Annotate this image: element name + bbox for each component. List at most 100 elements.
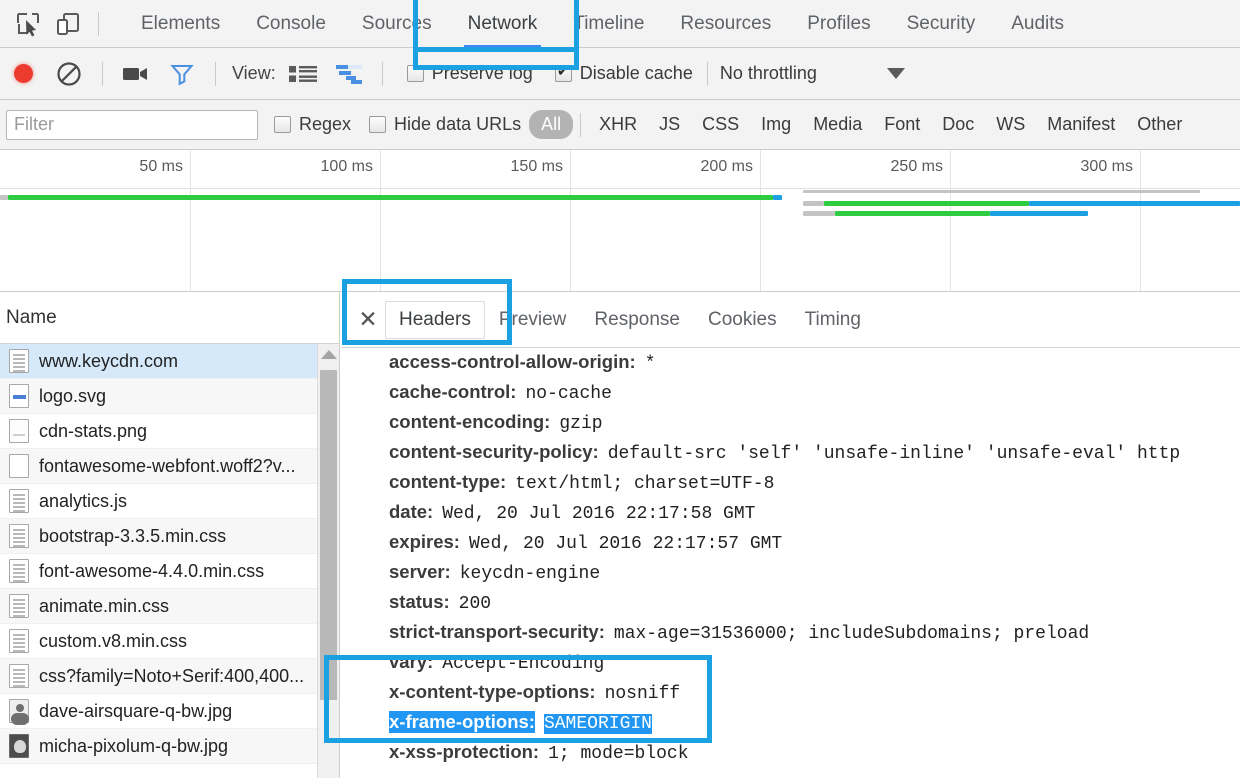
tab-sources[interactable]: Sources (344, 0, 450, 48)
hide-data-urls-box[interactable] (369, 116, 387, 133)
filter-input[interactable] (6, 109, 258, 140)
header-row[interactable]: content-encoding: gzip (351, 411, 1240, 441)
tab-label: Console (256, 12, 326, 34)
regex-checkbox[interactable]: Regex (274, 114, 351, 135)
header-value: * (644, 354, 656, 374)
hide-data-urls-checkbox[interactable]: Hide data URLs (369, 114, 521, 135)
header-row[interactable]: server: keycdn-engine (351, 561, 1240, 591)
filter-type-xhr[interactable]: XHR (588, 111, 648, 138)
filter-type-js[interactable]: JS (648, 111, 691, 138)
tab-cookies[interactable]: Cookies (694, 301, 791, 339)
column-header-name[interactable]: Name (0, 292, 339, 344)
table-row[interactable]: font-awesome-4.4.0.min.css (0, 554, 339, 589)
filter-type-css[interactable]: CSS (691, 111, 750, 138)
tab-profiles[interactable]: Profiles (789, 0, 888, 48)
record-icon[interactable] (0, 54, 46, 94)
waterfall-bar (8, 195, 773, 200)
waterfall-bar (990, 211, 1088, 216)
filter-type-doc[interactable]: Doc (931, 111, 985, 138)
tab-preview[interactable]: Preview (485, 301, 581, 339)
preserve-log-checkbox[interactable]: Preserve log (406, 63, 533, 84)
preserve-log-label: Preserve log (431, 63, 533, 83)
table-row[interactable]: analytics.js (0, 484, 339, 519)
inspect-element-icon[interactable] (8, 4, 48, 44)
header-name: access-control-allow-origin: (389, 351, 636, 372)
disable-cache-box[interactable] (554, 63, 572, 82)
filter-type-ws[interactable]: WS (985, 111, 1036, 138)
header-row[interactable]: access-control-allow-origin: * (351, 351, 1240, 381)
tab-headers[interactable]: Headers (385, 300, 485, 339)
tab-response[interactable]: Response (580, 301, 694, 339)
filter-type-all[interactable]: All (529, 110, 574, 139)
filter-type-manifest[interactable]: Manifest (1036, 111, 1126, 138)
tab-elements[interactable]: Elements (123, 0, 238, 48)
header-row[interactable]: status: 200 (351, 591, 1240, 621)
filter-type-other[interactable]: Other (1126, 111, 1193, 138)
header-row[interactable]: cache-control: no-cache (351, 381, 1240, 411)
table-row[interactable]: dave-airsquare-q-bw.jpg (0, 694, 339, 729)
waterfall-bar (835, 211, 990, 216)
preserve-log-box[interactable] (406, 65, 424, 82)
tab-timeline[interactable]: Timeline (555, 0, 662, 48)
table-row[interactable]: micha-pixolum-q-bw.jpg (0, 729, 339, 764)
filter-type-font[interactable]: Font (873, 111, 931, 138)
table-row[interactable]: bootstrap-3.3.5.min.css (0, 519, 339, 554)
tab-resources[interactable]: Resources (662, 0, 789, 48)
control-separator-1 (102, 61, 103, 86)
filter-icon[interactable] (159, 54, 205, 94)
header-row[interactable]: date: Wed, 20 Jul 2016 22:17:58 GMT (351, 501, 1240, 531)
list-view-icon[interactable] (280, 54, 326, 94)
stylesheet-icon (9, 664, 29, 688)
tab-network[interactable]: Network (450, 0, 556, 48)
tab-audits[interactable]: Audits (993, 0, 1082, 48)
disable-cache-checkbox[interactable]: Disable cache (554, 63, 693, 84)
table-row[interactable]: animate.min.css (0, 589, 339, 624)
throttling-select[interactable]: No throttling (720, 63, 817, 84)
request-list-scrollbar[interactable] (317, 344, 339, 778)
header-row[interactable]: vary: Accept-Encoding (351, 651, 1240, 681)
stylesheet-icon (9, 629, 29, 653)
font-icon (9, 454, 29, 478)
table-row[interactable]: cdn-stats.png (0, 414, 339, 449)
waterfall-view-icon[interactable] (326, 54, 372, 94)
request-list-panel: Name www.keycdn.com logo.svg cdn-stats.p… (0, 292, 340, 778)
clear-icon[interactable] (46, 54, 92, 94)
network-control-bar: View: Preserve log ✔ Disable cache No th… (0, 48, 1240, 100)
header-name: x-content-type-options: (389, 681, 596, 702)
filter-type-img[interactable]: Img (750, 111, 802, 138)
request-name: analytics.js (39, 490, 128, 511)
tab-label: Elements (141, 12, 221, 34)
table-row[interactable]: www.keycdn.com (0, 344, 339, 379)
table-row[interactable]: logo.svg (0, 379, 339, 414)
header-row[interactable]: strict-transport-security: max-age=31536… (351, 621, 1240, 651)
header-name: content-type: (389, 471, 507, 492)
header-name: status: (389, 591, 450, 612)
table-row[interactable]: fontawesome-webfont.woff2?v... (0, 449, 339, 484)
header-row[interactable]: x-content-type-options: nosniff (351, 681, 1240, 711)
header-row[interactable]: expires: Wed, 20 Jul 2016 22:17:57 GMT (351, 531, 1240, 561)
table-row[interactable]: css?family=Noto+Serif:400,400... (0, 659, 339, 694)
filter-separator (580, 112, 582, 137)
capture-screenshots-icon[interactable] (113, 54, 159, 94)
tab-security[interactable]: Security (889, 0, 994, 48)
header-row[interactable]: content-security-policy: default-src 'se… (351, 441, 1240, 471)
network-overview-timeline[interactable]: 50 ms 100 ms 150 ms 200 ms 250 ms 300 ms (0, 150, 1240, 292)
header-row[interactable]: x-xss-protection: 1; mode=block (351, 741, 1240, 771)
header-value: gzip (559, 414, 603, 434)
timeline-tick: 50 ms (139, 158, 183, 175)
tab-timing[interactable]: Timing (791, 301, 875, 339)
request-name: logo.svg (39, 385, 107, 406)
header-name: content-encoding: (389, 411, 551, 432)
header-row[interactable]: content-type: text/html; charset=UTF-8 (351, 471, 1240, 501)
table-row[interactable]: custom.v8.min.css (0, 624, 339, 659)
close-icon[interactable]: ✕ (351, 303, 385, 337)
tab-console[interactable]: Console (238, 0, 344, 48)
header-row-selected[interactable]: x-frame-options: SAMEORIGIN (351, 711, 1240, 741)
regex-box[interactable] (274, 116, 291, 133)
scroll-up-icon[interactable] (320, 350, 337, 359)
device-toolbar-icon[interactable] (48, 4, 88, 44)
filter-type-media[interactable]: Media (802, 111, 873, 138)
tab-label: Profiles (807, 12, 871, 34)
chevron-down-icon[interactable] (886, 68, 905, 79)
scrollbar-thumb[interactable] (320, 370, 337, 700)
